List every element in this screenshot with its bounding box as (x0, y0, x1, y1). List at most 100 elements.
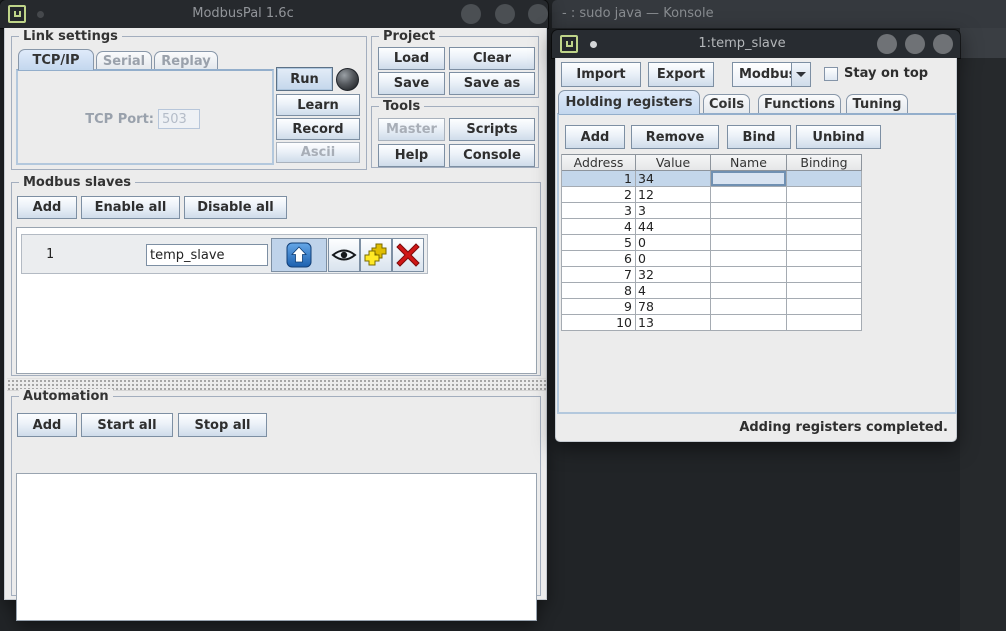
close-button[interactable] (528, 4, 548, 24)
disable-all-button[interactable]: Disable all (184, 196, 287, 219)
register-row[interactable]: 134 (562, 171, 862, 187)
unbind-button[interactable]: Unbind (796, 125, 881, 149)
register-cell-value[interactable]: 13 (636, 315, 711, 331)
column-header-value[interactable]: Value (636, 154, 711, 171)
register-cell-name[interactable] (711, 219, 787, 235)
register-cell-address[interactable]: 3 (562, 203, 636, 219)
register-cell-binding[interactable] (787, 267, 862, 283)
register-row[interactable]: 33 (562, 203, 862, 219)
register-cell-binding[interactable] (787, 171, 862, 187)
modbuspal-titlebar[interactable]: ModbusPal 1.6c (0, 0, 548, 28)
register-cell-value[interactable]: 12 (636, 187, 711, 203)
import-button[interactable]: Import (561, 62, 641, 87)
enable-all-button[interactable]: Enable all (81, 196, 180, 219)
register-cell-address[interactable]: 6 (562, 251, 636, 267)
maximize-button[interactable] (905, 34, 925, 54)
tab-tuning[interactable]: Tuning (846, 94, 908, 114)
remove-register-button[interactable]: Remove (631, 125, 719, 149)
register-cell-address[interactable]: 1 (562, 171, 636, 187)
register-cell-value[interactable]: 44 (636, 219, 711, 235)
register-cell-value[interactable]: 34 (636, 171, 711, 187)
register-cell-binding[interactable] (787, 187, 862, 203)
register-cell-address[interactable]: 9 (562, 299, 636, 315)
bind-button[interactable]: Bind (727, 125, 791, 149)
register-row[interactable]: 978 (562, 299, 862, 315)
register-row[interactable]: 444 (562, 219, 862, 235)
add-automation-button[interactable]: Add (17, 413, 77, 437)
slave-add-register-button[interactable] (360, 238, 392, 272)
register-cell-binding[interactable] (787, 203, 862, 219)
register-cell-name[interactable] (711, 235, 787, 251)
register-cell-name[interactable] (711, 187, 787, 203)
register-cell-value[interactable]: 32 (636, 267, 711, 283)
add-slave-button[interactable]: Add (17, 196, 77, 219)
close-button[interactable] (933, 34, 953, 54)
register-row[interactable]: 732 (562, 267, 862, 283)
register-cell-binding[interactable] (787, 315, 862, 331)
register-cell-binding[interactable] (787, 251, 862, 267)
register-row[interactable]: 212 (562, 187, 862, 203)
register-cell-binding[interactable] (787, 219, 862, 235)
register-cell-binding[interactable] (787, 283, 862, 299)
register-cell-name[interactable] (711, 315, 787, 331)
tab-tcpip[interactable]: TCP/IP (18, 49, 94, 70)
record-button[interactable]: Record (276, 118, 360, 140)
tab-replay[interactable]: Replay (154, 51, 218, 70)
column-header-address[interactable]: Address (562, 154, 636, 171)
register-row[interactable]: 50 (562, 235, 862, 251)
register-cell-value[interactable]: 3 (636, 203, 711, 219)
register-cell-value[interactable]: 0 (636, 251, 711, 267)
dropdown-arrow-icon[interactable] (791, 62, 811, 87)
konsole-titlebar[interactable]: - : sudo java — Konsole (552, 0, 1006, 28)
register-cell-name[interactable] (711, 251, 787, 267)
tab-serial[interactable]: Serial (96, 51, 152, 70)
tab-coils[interactable]: Coils (703, 94, 750, 114)
register-cell-name[interactable] (711, 267, 787, 283)
register-cell-address[interactable]: 5 (562, 235, 636, 251)
console-button[interactable]: Console (449, 144, 535, 167)
register-cell-name[interactable] (711, 203, 787, 219)
register-cell-address[interactable]: 10 (562, 315, 636, 331)
minimize-button[interactable] (877, 34, 897, 54)
help-button[interactable]: Help (378, 144, 445, 167)
register-cell-address[interactable]: 4 (562, 219, 636, 235)
slave-row[interactable]: 1 (21, 234, 428, 274)
column-header-name[interactable]: Name (711, 154, 787, 171)
tab-holding-registers[interactable]: Holding registers (558, 90, 700, 114)
save-as-button[interactable]: Save as (449, 72, 535, 95)
stay-on-top-checkbox[interactable] (824, 67, 838, 81)
slave-view-button[interactable] (328, 238, 360, 272)
register-cell-name[interactable] (711, 171, 787, 187)
register-cell-binding[interactable] (787, 299, 862, 315)
save-button[interactable]: Save (378, 72, 445, 95)
stop-all-button[interactable]: Stop all (178, 413, 267, 437)
slave-delete-button[interactable] (392, 238, 424, 272)
maximize-button[interactable] (495, 4, 515, 24)
export-button[interactable]: Export (648, 62, 714, 87)
learn-button[interactable]: Learn (276, 94, 360, 116)
tab-functions[interactable]: Functions (758, 94, 841, 114)
register-cell-value[interactable]: 0 (636, 235, 711, 251)
run-button[interactable]: Run (276, 67, 333, 91)
scripts-button[interactable]: Scripts (449, 118, 535, 141)
add-register-button[interactable]: Add (565, 125, 625, 149)
register-cell-address[interactable]: 8 (562, 283, 636, 299)
register-cell-value[interactable]: 4 (636, 283, 711, 299)
clear-button[interactable]: Clear (449, 47, 535, 70)
start-all-button[interactable]: Start all (81, 413, 173, 437)
register-row[interactable]: 60 (562, 251, 862, 267)
register-cell-binding[interactable] (787, 235, 862, 251)
load-button[interactable]: Load (378, 47, 445, 70)
tcp-port-input[interactable] (158, 109, 200, 129)
slave-enable-toggle[interactable] (271, 238, 327, 272)
minimize-button[interactable] (461, 4, 481, 24)
slave-titlebar[interactable]: 1:temp_slave (552, 30, 960, 58)
register-cell-address[interactable]: 2 (562, 187, 636, 203)
register-cell-value[interactable]: 78 (636, 299, 711, 315)
slave-name-input[interactable] (146, 244, 268, 266)
register-cell-address[interactable]: 7 (562, 267, 636, 283)
register-cell-name[interactable] (711, 283, 787, 299)
register-row[interactable]: 84 (562, 283, 862, 299)
register-cell-name[interactable] (711, 299, 787, 315)
mode-combo[interactable]: Modbus (732, 62, 811, 87)
